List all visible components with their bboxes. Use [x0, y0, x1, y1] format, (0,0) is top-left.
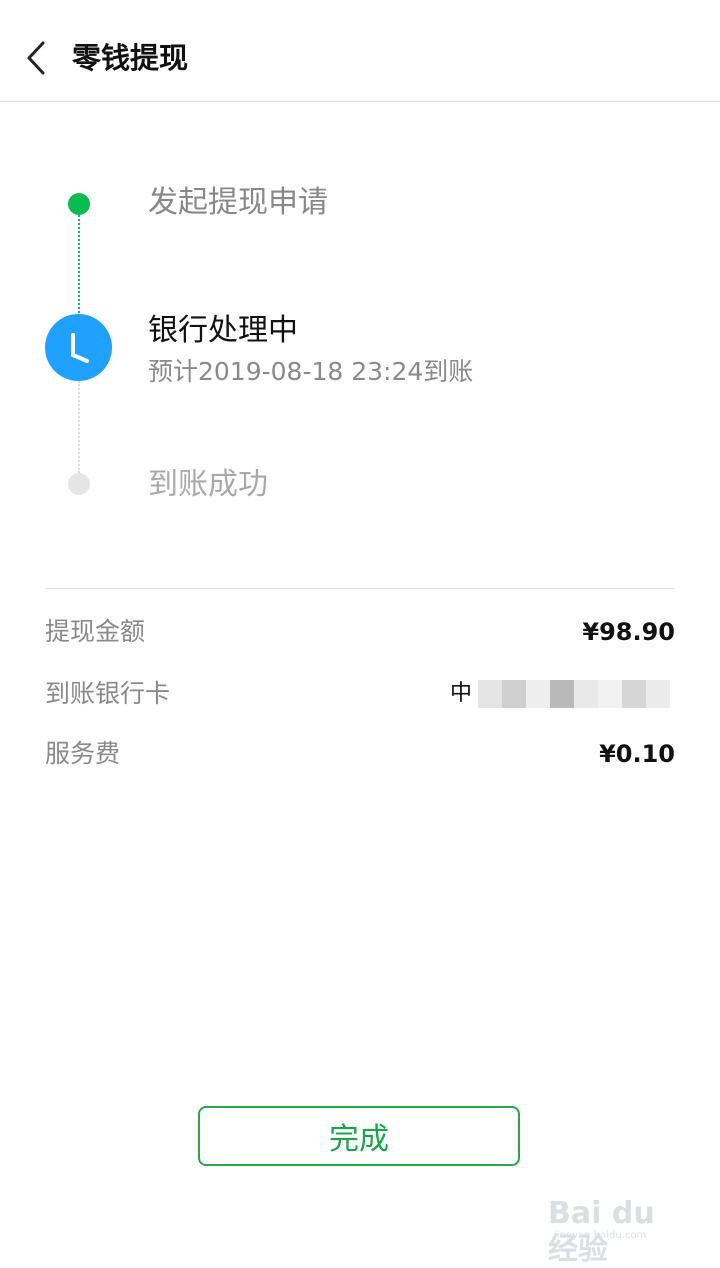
detail-row-amount: 提现金额 ¥98.90: [45, 612, 675, 652]
top-bar: 零钱提现: [0, 0, 720, 102]
bank-card-value: 中: [450, 676, 675, 712]
page-title: 零钱提现: [72, 41, 189, 75]
detail-row-bank-card: 到账银行卡 中: [45, 674, 675, 714]
watermark: Bai du 经验 jingyan.baidu.com: [548, 1184, 688, 1267]
step-current-marker: [45, 314, 112, 381]
fee-label: 服务费: [45, 739, 121, 768]
fee-value: ¥0.10: [599, 740, 675, 768]
withdraw-progress-timeline: 发起提现申请 银行处理中 预计2019-08-18 23:24到账 到账成功: [0, 101, 720, 589]
step-label-submitted: 发起提现申请: [148, 185, 328, 220]
done-button[interactable]: 完成: [198, 1106, 520, 1166]
amount-value: ¥98.90: [582, 618, 675, 646]
step-label-processing: 银行处理中: [148, 313, 298, 348]
step-pending-dot: [68, 473, 90, 495]
bank-card-redaction: [478, 680, 671, 708]
bank-card-prefix: 中: [450, 681, 473, 706]
progress-line-pending: [78, 381, 80, 473]
back-button[interactable]: [14, 36, 58, 80]
step-label-arrived: 到账成功: [148, 467, 268, 502]
bank-card-label: 到账银行卡: [45, 679, 171, 708]
chevron-left-icon: [27, 41, 45, 75]
progress-line-done: [78, 215, 80, 313]
clock-icon: [70, 332, 89, 363]
section-divider: [45, 588, 675, 589]
step-eta-text: 预计2019-08-18 23:24到账: [148, 357, 474, 386]
watermark-url: jingyan.baidu.com: [554, 1230, 647, 1241]
step-done-dot: [68, 193, 90, 215]
detail-row-fee: 服务费 ¥0.10: [45, 734, 675, 774]
amount-label: 提现金额: [45, 617, 146, 646]
